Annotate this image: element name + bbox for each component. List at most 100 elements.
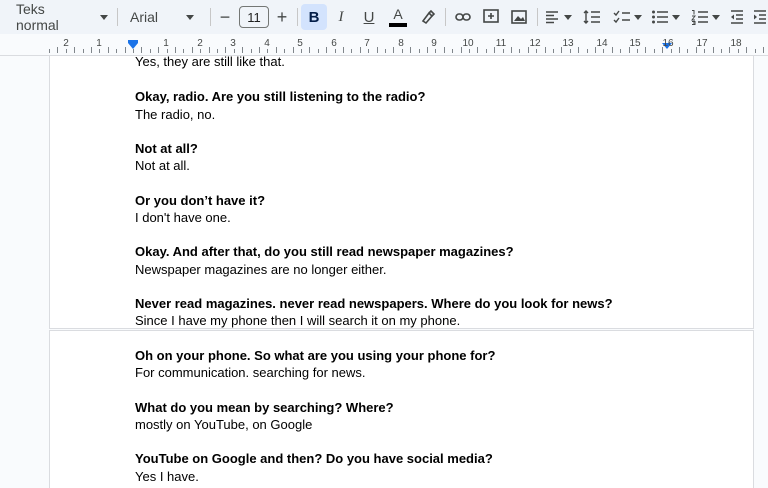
ruler-tick [570,49,571,53]
font-family-label: Arial [130,9,159,25]
numbered-list-dropdown[interactable] [688,4,722,30]
ruler-tick [402,49,403,53]
ruler-number: 7 [364,38,370,49]
ruler-tick [150,49,151,53]
checklist-icon [613,10,630,24]
highlight-pen-icon[interactable] [416,4,440,30]
font-size-input[interactable]: 11 [239,6,269,28]
font-family-dropdown[interactable]: Arial [124,4,204,30]
ruler-tick [452,49,453,53]
ruler-tick [74,47,75,53]
insert-link-icon[interactable] [451,4,475,30]
ruler-tick [158,47,159,53]
ruler-tick [704,49,705,53]
paragraph-style-dropdown[interactable]: Teks normal [8,1,108,33]
ruler-tick [763,47,764,53]
increase-indent-icon[interactable] [752,4,768,30]
answer-line: Newspaper magazines are no longer either… [135,262,387,277]
ruler-tick [746,47,747,53]
ruler-number: 2 [197,38,203,49]
ruler-number: 18 [730,38,742,49]
underline-button[interactable]: U [357,4,381,30]
bulleted-list-icon [651,10,668,24]
ruler-tick [713,47,714,53]
decrease-font-size-button[interactable]: − [214,4,236,30]
document-page-1[interactable]: Yes, they are still like that. Okay, radi… [49,54,754,329]
ruler-tick [360,47,361,53]
ruler-tick [662,47,663,53]
ruler-tick [141,47,142,53]
ruler-number: 17 [696,38,708,49]
ruler-tick [309,47,310,53]
question-line: Or you don’t have it? [135,193,266,208]
decrease-indent-icon[interactable] [726,4,748,30]
ruler-tick [125,47,126,53]
ruler-tick [351,49,352,53]
horizontal-ruler[interactable]: 2 1 1 2 3 4 5 6 7 8 9 10 11 12 13 14 15 16 17 18 [0,34,768,56]
ruler-tick [393,47,394,53]
ruler-tick [66,49,67,53]
ruler-tick [99,49,100,53]
add-comment-icon[interactable] [479,4,503,30]
ruler-number: 15 [629,38,641,49]
ruler-tick [578,47,579,53]
toolbar-divider [210,8,211,26]
answer-line: Yes, they are still like that. [135,54,285,69]
question-line: Okay, radio. Are you still listening to … [135,89,426,104]
bold-button[interactable]: B [301,4,327,30]
insert-image-icon[interactable] [507,4,531,30]
ruler-tick [427,47,428,53]
ruler-tick [545,47,546,53]
ruler-tick [242,47,243,53]
ruler-tick [410,47,411,53]
ruler-tick [167,49,168,53]
answer-line: mostly on YouTube, on Google [135,417,313,432]
italic-button[interactable]: I [329,4,353,30]
toolbar-divider [537,8,538,26]
line-spacing-icon[interactable] [580,4,604,30]
align-left-icon [546,11,558,24]
bulleted-list-dropdown[interactable] [648,4,682,30]
ruler-tick [696,47,697,53]
ruler-tick [519,49,520,53]
ruler-tick [385,49,386,53]
ruler-tick [259,47,260,53]
ruler-tick [503,49,504,53]
ruler-tick [654,49,655,53]
chevron-down-icon [564,14,572,20]
ruler-tick [738,49,739,53]
paragraph-style-label: Teks normal [16,1,59,33]
ruler-number: 1 [163,38,169,49]
numbered-list-icon [690,10,708,25]
ruler-tick [108,47,109,53]
ruler-tick [91,47,92,53]
ruler-tick [553,49,554,53]
ruler-tick [486,49,487,53]
ruler-number: 4 [264,38,270,49]
ruler-tick [192,47,193,53]
ruler-tick [267,49,268,53]
ruler-tick [217,49,218,53]
ruler-tick [587,49,588,53]
ruler-tick [251,49,252,53]
question-line: What do you mean by searching? Where? [135,400,394,415]
ruler-number: 5 [297,38,303,49]
ruler-tick [561,47,562,53]
text-color-button[interactable]: A [386,4,410,30]
ruler-tick [494,47,495,53]
question-line: Oh on your phone. So what are you using … [135,348,496,363]
checklist-dropdown[interactable] [610,4,644,30]
document-page-2[interactable]: Oh on your phone. So what are you using … [49,330,754,488]
ruler-tick [461,47,462,53]
ruler-tick [419,49,420,53]
ruler-tick [536,49,537,53]
ruler-tick [629,47,630,53]
align-dropdown[interactable] [542,4,574,30]
question-line: Okay. And after that, do you still read … [135,244,514,259]
ruler-tick [116,49,117,53]
ruler-tick [49,49,50,53]
ruler-tick [343,47,344,53]
chevron-down-icon [633,14,642,20]
ruler-tick [318,49,319,53]
increase-font-size-button[interactable]: + [271,4,293,30]
